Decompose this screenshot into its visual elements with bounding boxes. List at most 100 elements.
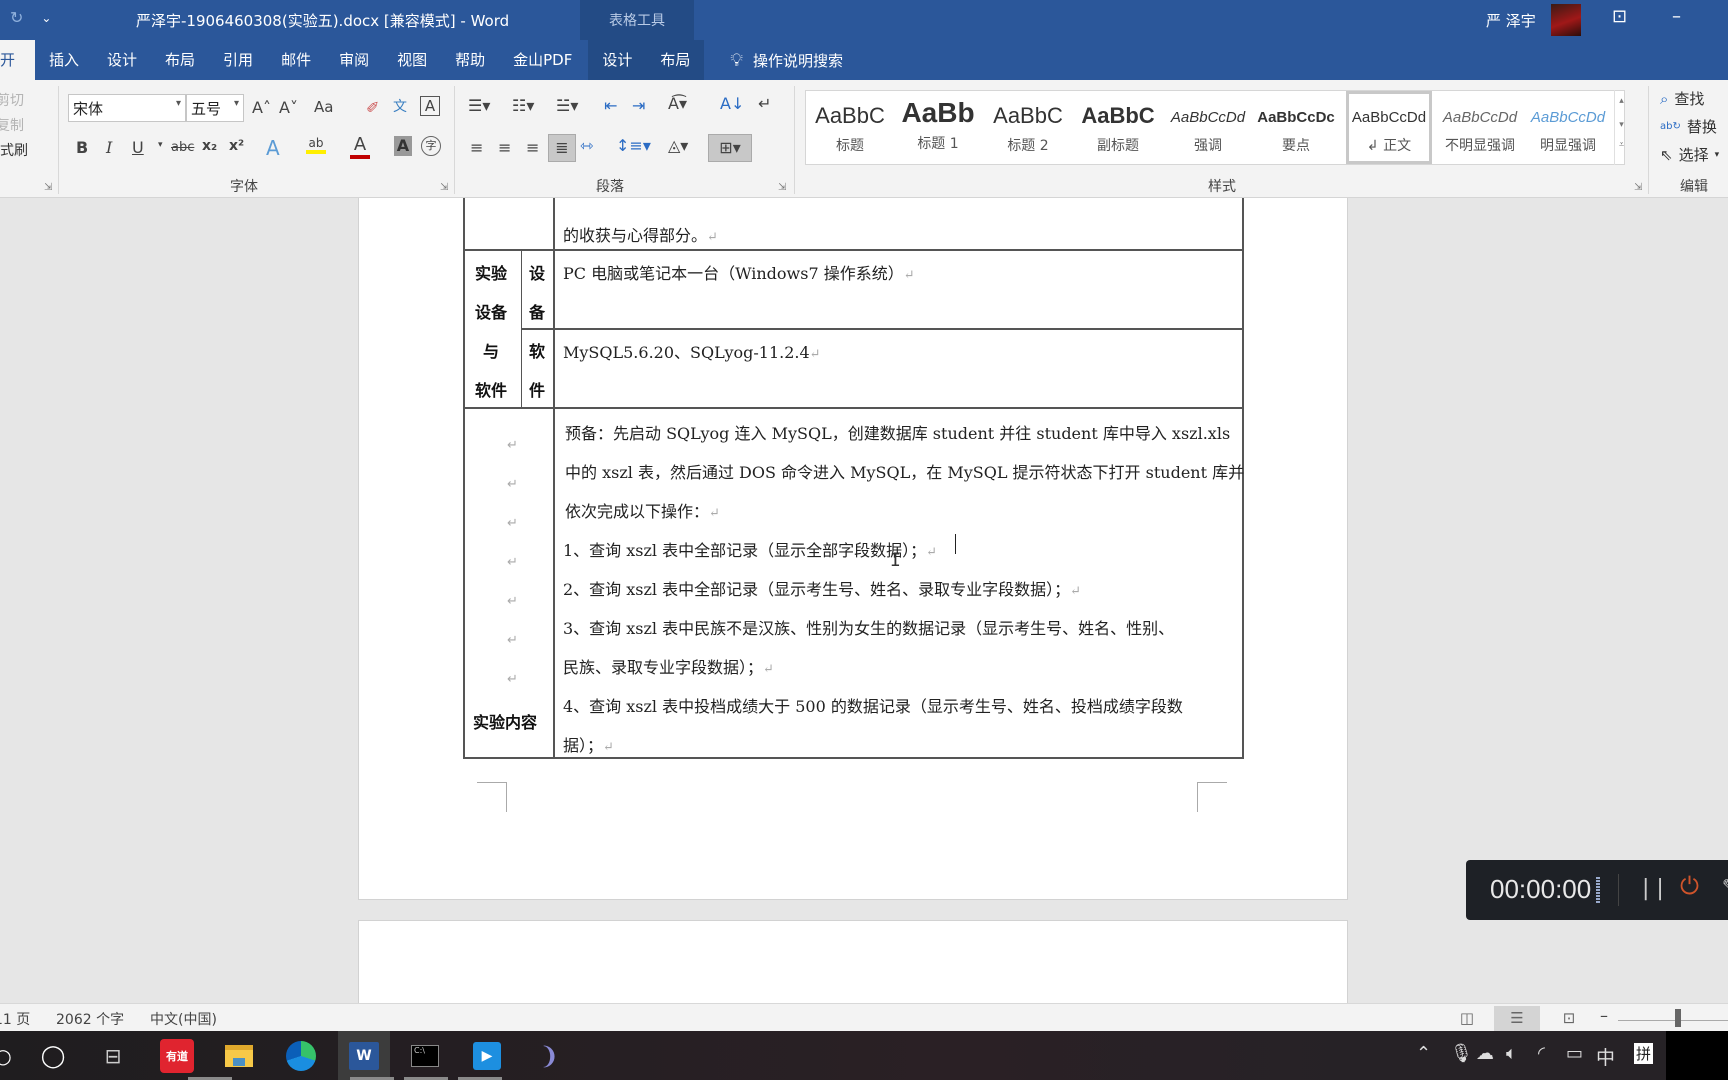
next-page[interactable]: [358, 920, 1348, 1003]
software-cell[interactable]: MySQL5.6.20、SQLyog-11.2.4↵: [563, 339, 821, 363]
document-page[interactable]: 的收获与心得部分。↵ 实验 设备 与 软件 设 备 软 件 PC 电脑或笔记本一…: [358, 198, 1348, 900]
line-spacing-icon[interactable]: ↕≡▾: [616, 136, 651, 155]
show-marks-icon[interactable]: ↵: [758, 94, 771, 113]
font-size-select[interactable]: 五号 ▾: [186, 94, 244, 122]
superscript-icon[interactable]: x²: [229, 138, 244, 154]
pause-button[interactable]: | |: [1642, 876, 1664, 901]
align-left-icon[interactable]: ≡: [470, 138, 483, 157]
scroll-down-icon[interactable]: ▾: [1615, 120, 1628, 130]
style-heading-1[interactable]: AaBb 标题 1: [894, 91, 982, 164]
wifi-icon[interactable]: ◜: [1538, 1043, 1545, 1064]
content-line[interactable]: 民族、录取专业字段数据）；↵: [563, 654, 774, 678]
cell-text[interactable]: 的收获与心得部分。↵: [563, 222, 718, 246]
style-heading-2[interactable]: AaBbC 标题 2: [984, 91, 1072, 164]
content-line[interactable]: 3、查询 xszl 表中民族不是汉族、性别为女生的数据记录（显示考生号、姓名、性…: [563, 615, 1174, 639]
character-border-icon[interactable]: A: [420, 96, 440, 116]
styles-launcher-icon[interactable]: ⇲: [1634, 182, 1642, 193]
decrease-indent-icon[interactable]: ⇤: [604, 96, 617, 115]
align-center-icon[interactable]: ≡: [498, 138, 511, 157]
style-subtle-emphasis[interactable]: AaBbCcDd 不明显强调: [1436, 91, 1524, 164]
word-taskbar-button[interactable]: W: [338, 1031, 390, 1080]
tab-view[interactable]: 视图: [383, 40, 441, 80]
gallery-more-icon[interactable]: ⩡: [1615, 140, 1628, 150]
edge-browser-icon[interactable]: [284, 1039, 318, 1073]
zoom-slider-thumb[interactable]: [1675, 1009, 1681, 1027]
style-intense-emphasis[interactable]: AaBbCcDd 明显强调: [1524, 91, 1612, 164]
language-indicator[interactable]: 中文(中国): [150, 1009, 217, 1029]
tab-design[interactable]: 设计: [93, 40, 151, 80]
text-effects-icon[interactable]: A: [266, 136, 280, 160]
web-layout-icon[interactable]: ⊡: [1546, 1006, 1592, 1032]
hardware-cell[interactable]: PC 电脑或笔记本一台（Windows7 操作系统）↵: [563, 260, 915, 284]
numbering-icon[interactable]: ☷▾: [512, 96, 534, 115]
clipboard-launcher-icon[interactable]: ⇲: [44, 182, 52, 193]
tab-table-design[interactable]: 设计: [588, 40, 647, 80]
shading-icon[interactable]: ◬▾: [668, 136, 688, 155]
enclose-characters-icon[interactable]: 字: [421, 136, 441, 156]
tab-insert[interactable]: 插入: [35, 40, 93, 80]
screen-recorder-app-icon[interactable]: ▶: [470, 1039, 504, 1073]
scroll-up-icon[interactable]: ▴: [1615, 96, 1628, 106]
content-line[interactable]: 据）；↵: [563, 732, 614, 756]
content-line[interactable]: 预备：先启动 SQLyog 连入 MySQL，创建数据库 student 并往 …: [565, 420, 1230, 444]
style-emphasis[interactable]: AaBbCcDd 强调: [1164, 91, 1252, 164]
minimize-button[interactable]: –: [1672, 6, 1681, 27]
underline-dropdown-icon[interactable]: ▾: [158, 140, 163, 150]
clear-formatting-icon[interactable]: ✐: [366, 98, 379, 117]
font-name-select[interactable]: 宋体 ▾: [68, 94, 186, 122]
user-avatar[interactable]: [1551, 4, 1581, 36]
chinese-layout-icon[interactable]: A͡▾: [668, 94, 687, 113]
file-explorer-icon[interactable]: [222, 1039, 256, 1073]
tab-help[interactable]: 帮助: [441, 40, 499, 80]
microphone-icon[interactable]: 🎙︎: [1450, 1043, 1473, 1064]
content-line[interactable]: 依次完成以下操作：↵: [565, 498, 720, 522]
show-hidden-icons-chevron[interactable]: ⌃: [1416, 1043, 1431, 1064]
annotate-pen-icon[interactable]: ✎: [1722, 876, 1728, 897]
font-color-icon[interactable]: A: [350, 134, 370, 159]
cut-button[interactable]: 剪切: [0, 90, 28, 115]
style-title[interactable]: AaBbC 标题: [806, 91, 894, 164]
bullets-icon[interactable]: ☰▾: [468, 96, 490, 115]
tab-home[interactable]: 开始: [0, 40, 35, 109]
tab-layout[interactable]: 布局: [151, 40, 209, 80]
sort-icon[interactable]: A↓: [720, 94, 744, 113]
ribbon-display-options-icon[interactable]: ⊡: [1612, 6, 1627, 27]
styles-scrollbar[interactable]: ▴ ▾ ⩡: [1614, 90, 1628, 165]
copy-button[interactable]: 复制: [0, 115, 28, 140]
increase-indent-icon[interactable]: ⇥: [632, 96, 645, 115]
customize-qat-icon[interactable]: ⌄: [41, 11, 51, 25]
youdao-dictionary-icon[interactable]: 有道: [160, 1039, 194, 1073]
underline-icon[interactable]: U: [132, 138, 144, 157]
style-normal[interactable]: AaBbCcDd ↲ 正文: [1346, 91, 1432, 164]
user-name[interactable]: 严 泽宇: [1486, 10, 1536, 31]
style-subtitle[interactable]: AaBbC 副标题: [1074, 91, 1162, 164]
show-desktop-area[interactable]: [1666, 1031, 1728, 1080]
zoom-out-button[interactable]: –: [1600, 1006, 1608, 1025]
shrink-font-icon[interactable]: A˅: [279, 98, 298, 117]
tab-mailings[interactable]: 邮件: [267, 40, 325, 80]
tab-kingsoft-pdf[interactable]: 金山PDF: [499, 40, 586, 80]
change-case-icon[interactable]: Aa: [314, 98, 333, 116]
command-prompt-icon[interactable]: C:\: [408, 1039, 442, 1073]
page-count[interactable]: 11 页: [0, 1009, 30, 1029]
read-mode-icon[interactable]: ◫: [1444, 1006, 1490, 1032]
ime-pinyin-indicator[interactable]: 拼: [1634, 1043, 1654, 1064]
task-view-icon[interactable]: ⊟: [96, 1039, 130, 1073]
bold-icon[interactable]: B: [76, 138, 88, 157]
volume-icon[interactable]: 🔈︎: [1506, 1043, 1517, 1064]
zoom-slider[interactable]: [1618, 1020, 1728, 1021]
content-line[interactable]: 中的 xszl 表，然后通过 DOS 命令进入 MySQL，在 MySQL 提示…: [565, 459, 1244, 483]
style-strong[interactable]: AaBbCcDc 要点: [1252, 91, 1340, 164]
font-launcher-icon[interactable]: ⇲: [440, 182, 448, 193]
align-right-icon[interactable]: ≡: [526, 138, 539, 157]
print-layout-icon[interactable]: ☰: [1494, 1006, 1540, 1032]
justify-icon[interactable]: ≣: [548, 134, 576, 162]
replace-button[interactable]: ab↻ 替换: [1660, 116, 1717, 137]
battery-icon[interactable]: ▭: [1566, 1043, 1583, 1064]
phonetic-guide-icon[interactable]: 文: [393, 96, 407, 116]
distributed-icon[interactable]: ⇿: [580, 136, 593, 155]
mysql-dolphin-icon[interactable]: ❩: [532, 1039, 566, 1073]
borders-icon[interactable]: ⊞▾: [708, 134, 752, 162]
tab-table-layout[interactable]: 布局: [646, 40, 705, 80]
tab-references[interactable]: 引用: [209, 40, 267, 80]
